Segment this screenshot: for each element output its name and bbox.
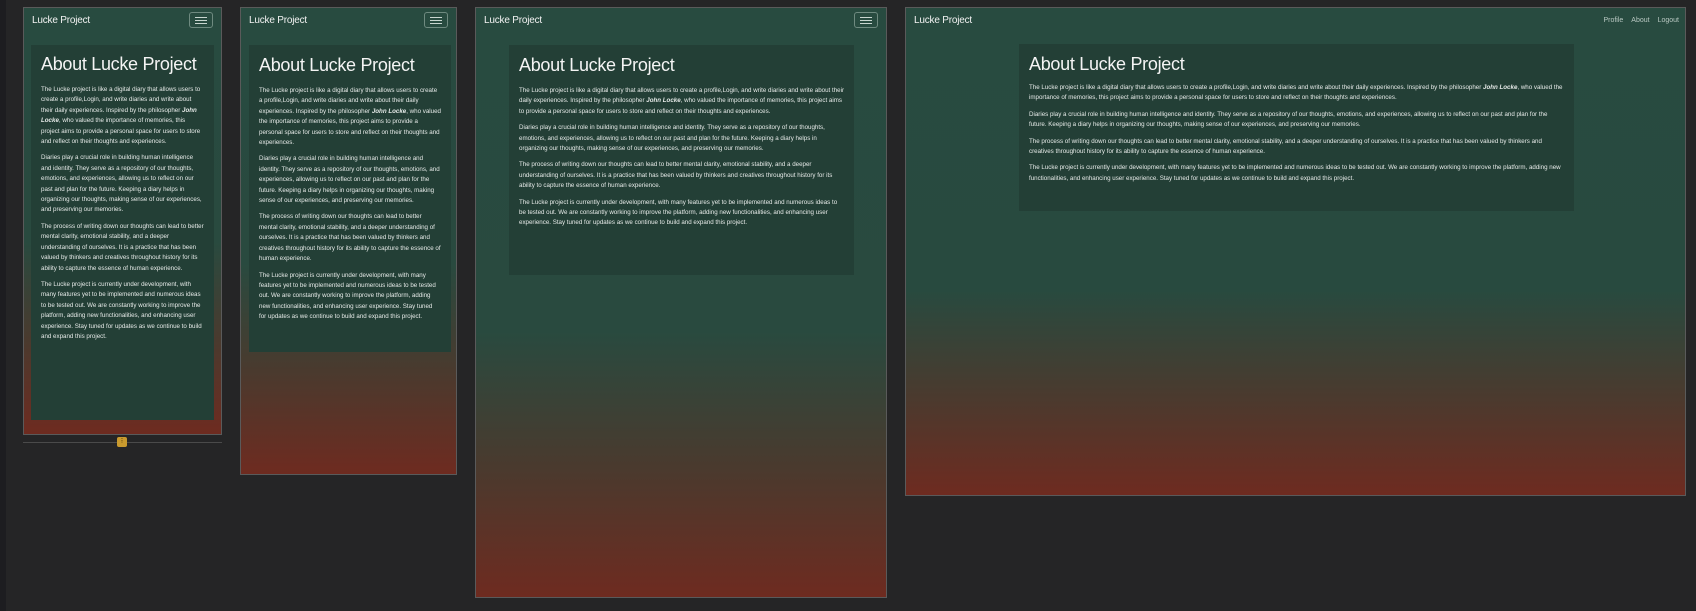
about-paragraph-3: The process of writing down our thoughts… (259, 213, 441, 263)
nav-link-logout[interactable]: Logout (1658, 17, 1679, 24)
about-card: About Lucke Project The Lucke project is… (1019, 44, 1574, 211)
hamburger-menu-icon[interactable] (424, 12, 448, 28)
hamburger-menu-icon[interactable] (854, 12, 878, 28)
about-card: About Lucke Project The Lucke project is… (509, 45, 854, 275)
about-card: About Lucke Project The Lucke project is… (31, 45, 214, 420)
about-paragraph-2: Diaries play a crucial role in building … (519, 124, 825, 153)
page-title: About Lucke Project (1029, 54, 1185, 74)
about-paragraph-2: Diaries play a crucial role in building … (1029, 110, 1548, 129)
about-paragraph-4: The Lucke project is currently under dev… (1029, 164, 1561, 182)
philosopher-name: John Locke (646, 97, 681, 105)
navbar: Lucke Project (476, 8, 886, 34)
about-paragraph-3: The process of writing down our thoughts… (1029, 137, 1542, 156)
preview-frame-mobile: Lucke Project About Lucke Project The Lu… (240, 7, 457, 475)
navbar: Lucke Project (24, 8, 221, 34)
philosopher-name: John Locke (1483, 84, 1518, 91)
about-card: About Lucke Project The Lucke project is… (249, 45, 451, 352)
about-paragraph-2: Diaries play a crucial role in building … (259, 155, 440, 205)
about-paragraph-4: The Lucke project is currently under dev… (519, 198, 838, 227)
about-paragraph-1: The Lucke project is like a digital diar… (41, 86, 201, 146)
philosopher-name: John Locke (371, 107, 407, 115)
navbar: Lucke Project (241, 8, 456, 34)
preview-frame-tablet: Lucke Project About Lucke Project The Lu… (475, 7, 887, 598)
about-paragraph-4: The Lucke project is currently under dev… (41, 280, 202, 340)
page-title: About Lucke Project (259, 55, 415, 75)
navbar-brand[interactable]: Lucke Project (484, 15, 542, 26)
page-title: About Lucke Project (41, 54, 197, 74)
navbar: Lucke Project Profile About Logout (906, 8, 1685, 34)
nav-links: Profile About Logout (1603, 17, 1679, 24)
navbar-brand[interactable]: Lucke Project (914, 15, 972, 26)
about-paragraph-4: The Lucke project is currently under dev… (259, 271, 436, 321)
about-paragraph-1: The Lucke project is like a digital diar… (259, 87, 441, 147)
nav-link-about[interactable]: About (1631, 17, 1649, 24)
about-paragraph-2: Diaries play a crucial role in building … (41, 154, 202, 214)
hamburger-menu-icon[interactable] (189, 12, 213, 28)
about-paragraph-1: The Lucke project is like a digital diar… (519, 87, 845, 115)
nav-link-profile[interactable]: Profile (1603, 17, 1623, 24)
about-paragraph-1: The Lucke project is like a digital diar… (1029, 84, 1563, 102)
preview-frame-mobile-small: Lucke Project About Lucke Project The Lu… (23, 7, 222, 435)
page-title: About Lucke Project (519, 55, 675, 75)
preview-frame-desktop: Lucke Project Profile About Logout About… (905, 7, 1686, 496)
resize-handle-icon[interactable]: ⁝ (117, 437, 127, 447)
navbar-brand[interactable]: Lucke Project (32, 15, 90, 26)
about-paragraph-3: The process of writing down our thoughts… (519, 161, 833, 190)
about-paragraph-3: The process of writing down our thoughts… (41, 222, 204, 272)
navbar-brand[interactable]: Lucke Project (249, 15, 307, 26)
left-edge-strip (0, 0, 6, 611)
